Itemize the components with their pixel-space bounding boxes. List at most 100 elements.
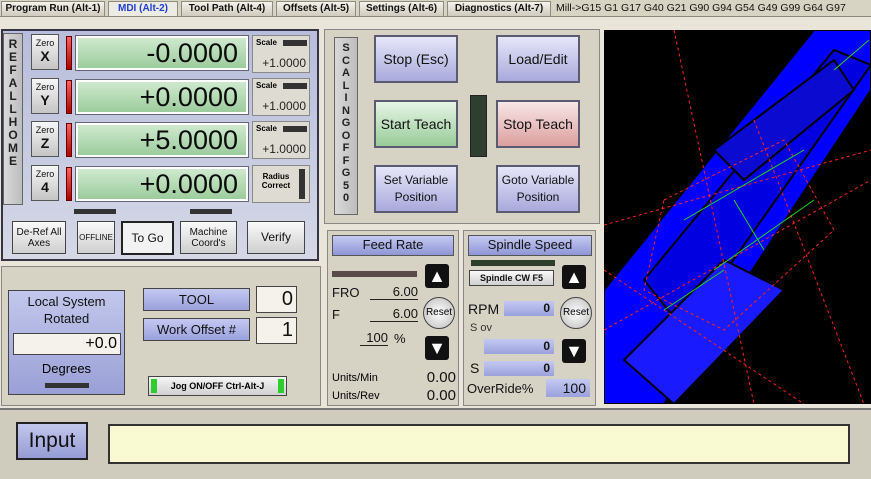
axis-letter: Y xyxy=(40,92,50,108)
units-min-value: 0.00 xyxy=(426,369,456,386)
teach-led xyxy=(470,95,487,157)
rpm-label: RPM xyxy=(468,301,500,317)
z-ref-led xyxy=(66,123,72,157)
feed-rate-title: Feed Rate xyxy=(332,235,454,256)
minus-down-arrow-icon[interactable]: ▼ xyxy=(425,336,449,360)
fro-label: FRO xyxy=(332,285,360,300)
axis-letter: 4 xyxy=(41,179,49,195)
rotation-dro[interactable]: +0.0 xyxy=(13,333,121,355)
load-edit-button[interactable]: Load/Edit xyxy=(496,35,580,83)
x-dro[interactable]: -0.0000 xyxy=(75,35,249,71)
tab-diagnostics[interactable]: Diagnostics (Alt-7) xyxy=(447,1,551,16)
ref-all-home-button[interactable]: REF ALL HOME xyxy=(3,33,23,205)
spindle-speed-title: Spindle Speed xyxy=(468,235,592,256)
radius-correct-led xyxy=(299,169,305,199)
toolpath-drawing xyxy=(604,30,871,404)
zero-z-button[interactable]: Zero Z xyxy=(31,121,59,157)
scaling-label: SCALING OFF G50 xyxy=(341,42,351,204)
f-value[interactable]: 6.00 xyxy=(370,306,418,322)
work-offset-number[interactable]: 1 xyxy=(256,317,297,344)
y-dro[interactable]: +0.0000 xyxy=(75,79,249,115)
plus-up-arrow-icon[interactable]: ▲ xyxy=(562,265,586,289)
scaling-indicator: SCALING OFF G50 xyxy=(334,37,358,215)
a4-dro[interactable]: +0.0000 xyxy=(75,166,249,202)
tool-label: TOOL xyxy=(143,288,250,311)
jog-led-right xyxy=(278,379,284,393)
zero-label: Zero xyxy=(35,82,55,92)
tab-bar: Program Run (Alt-1) MDI (Alt-2) Tool Pat… xyxy=(0,0,871,17)
radius-correct-label: Radius Correct xyxy=(261,172,291,190)
x-scale[interactable]: Scale +1.0000 xyxy=(252,35,310,73)
s-value[interactable]: 0 xyxy=(484,361,554,376)
jog-label: Jog ON/OFF Ctrl-Alt-J xyxy=(170,381,265,391)
scale-value: +1.0000 xyxy=(262,142,306,156)
tab-tool-path[interactable]: Tool Path (Alt-4) xyxy=(181,1,273,16)
ref-all-home-label: REF ALL HOME xyxy=(8,37,18,168)
tab-settings[interactable]: Settings (Alt-6) xyxy=(359,1,444,16)
to-go-button[interactable]: To Go xyxy=(121,221,174,255)
gcode-status: Mill->G15 G1 G17 G40 G21 G90 G94 G54 G49… xyxy=(556,2,846,14)
axis-letter: Z xyxy=(40,135,50,151)
mdi-input-field[interactable] xyxy=(108,424,850,464)
f-label: F xyxy=(332,307,340,322)
override-value[interactable]: 100 xyxy=(546,379,590,397)
units-rev-value: 0.00 xyxy=(426,387,456,404)
scale-value: +1.0000 xyxy=(262,56,306,70)
units-rev-label: Units/Rev xyxy=(332,390,380,402)
zero-label: Zero xyxy=(35,125,55,135)
input-label: Input xyxy=(16,422,88,460)
machine-coord-led xyxy=(190,209,232,214)
scale-led xyxy=(283,40,307,46)
offline-button[interactable]: OFFLINE xyxy=(77,221,115,254)
scale-label: Scale xyxy=(256,124,277,133)
override-label: OverRide% xyxy=(467,381,534,396)
work-offset-label: Work Offset # xyxy=(143,318,250,341)
jog-led-left xyxy=(151,379,157,393)
toolpath-display[interactable] xyxy=(604,30,871,404)
tab-offsets[interactable]: Offsets (Alt-5) xyxy=(276,1,356,16)
y-ref-led xyxy=(66,80,72,114)
zero-label: Zero xyxy=(35,169,55,179)
units-min-label: Units/Min xyxy=(332,372,378,384)
zero-4-button[interactable]: Zero 4 xyxy=(31,165,59,201)
de-ref-all-axes-button[interactable]: De-Ref All Axes xyxy=(12,221,66,254)
tab-program-run[interactable]: Program Run (Alt-1) xyxy=(1,1,105,16)
sov-label: S ov xyxy=(470,322,493,334)
tab-mdi[interactable]: MDI (Alt-2) xyxy=(108,1,178,16)
zero-x-button[interactable]: Zero X xyxy=(31,34,59,70)
scale-label: Scale xyxy=(256,81,277,90)
start-teach-button[interactable]: Start Teach xyxy=(374,100,458,148)
verify-button[interactable]: Verify xyxy=(247,221,305,254)
jog-toggle-button[interactable]: Jog ON/OFF Ctrl-Alt-J xyxy=(148,376,287,396)
stop-teach-button[interactable]: Stop Teach xyxy=(496,100,580,148)
fro-value[interactable]: 6.00 xyxy=(370,284,418,300)
spindle-led xyxy=(471,260,555,266)
y-scale[interactable]: Scale +1.0000 xyxy=(252,78,310,116)
zero-label: Zero xyxy=(35,38,55,48)
stop-button[interactable]: Stop (Esc) xyxy=(374,35,458,83)
sov-value: 0 xyxy=(484,339,554,354)
axis-letter: X xyxy=(40,48,50,64)
s-label: S xyxy=(470,360,480,376)
feed-rate-panel: Feed Rate ▲ FRO 6.00 Reset F 6.00 100 % … xyxy=(327,230,459,406)
degrees-label: Degrees xyxy=(41,361,92,376)
scale-led xyxy=(283,126,307,132)
scale-label: Scale xyxy=(256,38,277,47)
fro-percent-value[interactable]: 100 xyxy=(360,330,388,346)
scale-value: +1.0000 xyxy=(262,99,306,113)
machine-coords-button[interactable]: Machine Coord's xyxy=(180,221,237,254)
rpm-value: 0 xyxy=(504,301,554,316)
plus-up-arrow-icon[interactable]: ▲ xyxy=(425,264,449,288)
set-variable-position-button[interactable]: Set Variable Position xyxy=(374,165,458,213)
mach3-mdi-screen: Program Run (Alt-1) MDI (Alt-2) Tool Pat… xyxy=(0,0,871,479)
spindle-reset-button[interactable]: Reset xyxy=(560,297,592,329)
z-dro[interactable]: +5.0000 xyxy=(75,122,249,158)
minus-down-arrow-icon[interactable]: ▼ xyxy=(562,339,586,363)
zero-y-button[interactable]: Zero Y xyxy=(31,78,59,114)
feed-reset-button[interactable]: Reset xyxy=(423,297,455,329)
z-scale[interactable]: Scale +1.0000 xyxy=(252,121,310,159)
radius-correct-toggle[interactable]: Radius Correct xyxy=(252,165,310,203)
spindle-cw-button[interactable]: Spindle CW F5 xyxy=(469,270,554,286)
tool-number[interactable]: 0 xyxy=(256,286,297,313)
goto-variable-position-button[interactable]: Goto Variable Position xyxy=(496,165,580,213)
